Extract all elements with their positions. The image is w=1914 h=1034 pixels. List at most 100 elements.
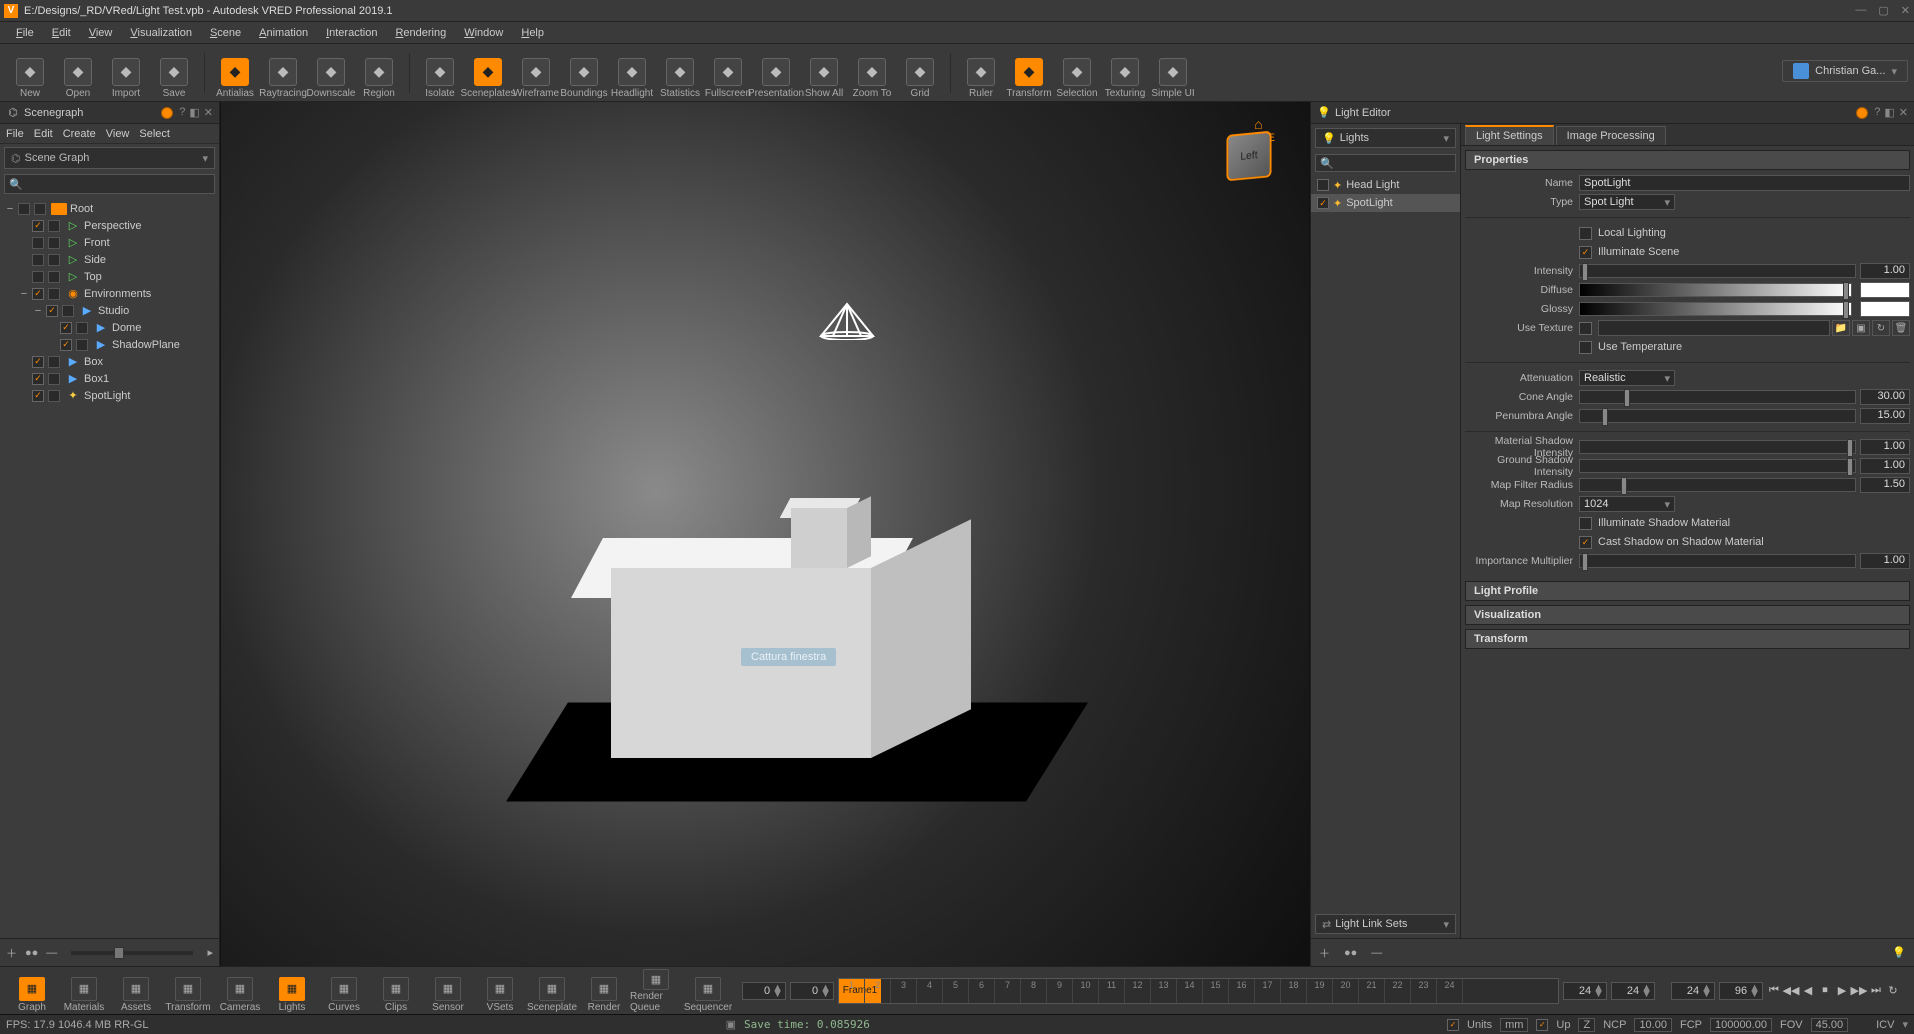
timeline-start-input[interactable]: 0▲▼: [742, 982, 786, 1000]
map-resolution-select[interactable]: 1024▾: [1579, 496, 1675, 512]
visibility-checkbox[interactable]: ✓: [60, 322, 72, 334]
illuminate-scene-checkbox[interactable]: ✓: [1579, 246, 1592, 259]
visibility-checkbox[interactable]: [32, 237, 44, 249]
section-light-profile[interactable]: Light Profile: [1465, 581, 1910, 601]
maximize-button[interactable]: ▢: [1878, 4, 1888, 17]
ncp-input[interactable]: 10.00: [1634, 1018, 1672, 1032]
tool-sceneplates[interactable]: ◆Sceneplates: [464, 47, 512, 99]
btool-vsets[interactable]: ▦VSets: [474, 969, 526, 1013]
intensity-input[interactable]: 1.00: [1860, 263, 1910, 279]
tree-node-dome[interactable]: ✓▶Dome: [0, 319, 219, 336]
panel-close-button[interactable]: ✕: [1899, 106, 1908, 119]
visibility-checkbox[interactable]: ✓: [60, 339, 72, 351]
texture-browse-button[interactable]: 📁: [1832, 320, 1850, 336]
glossy-swatch[interactable]: [1860, 301, 1910, 317]
panel-help-button[interactable]: ?: [1874, 106, 1880, 119]
tool-import[interactable]: ◆Import: [102, 47, 150, 99]
playback-btn-6[interactable]: ⏭: [1869, 984, 1883, 998]
use-temperature-checkbox[interactable]: [1579, 341, 1592, 354]
btool-sequencer[interactable]: ▦Sequencer: [682, 969, 734, 1013]
btool-cameras[interactable]: ▦Cameras: [214, 969, 266, 1013]
light-name-input[interactable]: SpotLight: [1579, 175, 1910, 191]
scenegraph-add-button[interactable]: ＋: [6, 945, 17, 961]
scenegraph-search-input[interactable]: 🔍: [4, 174, 215, 194]
texture-delete-button[interactable]: 🗑: [1892, 320, 1910, 336]
playback-btn-3[interactable]: ⏹: [1818, 984, 1832, 998]
terminal-icon[interactable]: ▣: [726, 1018, 736, 1031]
viewport[interactable]: ⌂ HOME Left Cattura finestra: [220, 102, 1310, 966]
light-item-head-light[interactable]: ✦Head Light: [1311, 176, 1460, 194]
tree-node-spotlight[interactable]: ✓✦SpotLight: [0, 387, 219, 404]
diffuse-slider[interactable]: [1579, 283, 1852, 297]
aux-checkbox[interactable]: [76, 322, 88, 334]
panel-help-button[interactable]: ?: [179, 106, 185, 119]
aux-checkbox[interactable]: [48, 271, 60, 283]
light-properties-scroll[interactable]: Properties Name SpotLight Type Spot Ligh…: [1461, 146, 1914, 938]
tool-raytracing[interactable]: ◆Raytracing: [259, 47, 307, 99]
tool-downscale[interactable]: ◆Downscale: [307, 47, 355, 99]
scenegraph-del-button[interactable]: —: [46, 947, 57, 959]
light-dup-button[interactable]: ●●: [1344, 947, 1357, 959]
cone-angle-slider[interactable]: [1579, 390, 1856, 404]
use-texture-checkbox[interactable]: [1579, 322, 1592, 335]
section-properties[interactable]: Properties: [1465, 150, 1910, 170]
tool-selection[interactable]: ◆Selection: [1053, 47, 1101, 99]
visibility-checkbox[interactable]: ✓: [32, 373, 44, 385]
menu-view[interactable]: View: [81, 25, 121, 41]
panel-popout-button[interactable]: ◧: [189, 106, 199, 119]
intensity-slider[interactable]: [1579, 264, 1856, 278]
menu-interaction[interactable]: Interaction: [318, 25, 385, 41]
tree-twisty-icon[interactable]: −: [4, 203, 16, 215]
scenegraph-expand-button[interactable]: ▸: [207, 946, 213, 959]
timeline-cur-input[interactable]: 0▲▼: [790, 982, 834, 1000]
light-type-select[interactable]: Spot Light▾: [1579, 194, 1675, 210]
importance-input[interactable]: 1.00: [1860, 553, 1910, 569]
visibility-checkbox[interactable]: ✓: [32, 288, 44, 300]
tool-region[interactable]: ◆Region: [355, 47, 403, 99]
light-del-button[interactable]: —: [1371, 947, 1382, 959]
menu-rendering[interactable]: Rendering: [387, 25, 454, 41]
btool-render-queue[interactable]: ▦Render Queue: [630, 969, 682, 1013]
tree-twisty-icon[interactable]: −: [18, 288, 30, 300]
map-filter-slider[interactable]: [1579, 478, 1856, 492]
aux-checkbox[interactable]: [76, 339, 88, 351]
aux-checkbox[interactable]: [48, 390, 60, 402]
tree-node-box[interactable]: ✓▶Box: [0, 353, 219, 370]
tool-boundings[interactable]: ◆Boundings: [560, 47, 608, 99]
texture-preview-button[interactable]: ▣: [1852, 320, 1870, 336]
tool-presentation[interactable]: ◆Presentation: [752, 47, 800, 99]
tool-show-all[interactable]: ◆Show All: [800, 47, 848, 99]
sg-menu-select[interactable]: Select: [139, 128, 170, 140]
tool-ruler[interactable]: ◆Ruler: [957, 47, 1005, 99]
scenegraph-zoom-slider[interactable]: [71, 951, 193, 955]
units-select[interactable]: mm: [1500, 1018, 1528, 1032]
light-preview-button[interactable]: 💡: [1892, 946, 1906, 959]
menu-scene[interactable]: Scene: [202, 25, 249, 41]
visibility-checkbox[interactable]: ✓: [32, 220, 44, 232]
tree-node-top[interactable]: ▷Top: [0, 268, 219, 285]
tool-statistics[interactable]: ◆Statistics: [656, 47, 704, 99]
ground-shadow-slider[interactable]: [1579, 459, 1856, 473]
menu-edit[interactable]: Edit: [44, 25, 79, 41]
aux-checkbox[interactable]: [48, 373, 60, 385]
tool-zoom-to[interactable]: ◆Zoom To: [848, 47, 896, 99]
units-checkbox[interactable]: ✓: [1447, 1019, 1459, 1031]
visibility-checkbox[interactable]: [18, 203, 30, 215]
scenegraph-type-select[interactable]: ⌬ Scene Graph ▾: [4, 147, 215, 169]
material-shadow-input[interactable]: 1.00: [1860, 439, 1910, 455]
aux-checkbox[interactable]: [34, 203, 46, 215]
aux-checkbox[interactable]: [48, 220, 60, 232]
aux-checkbox[interactable]: [48, 356, 60, 368]
tree-node-shadowplane[interactable]: ✓▶ShadowPlane: [0, 336, 219, 353]
map-filter-input[interactable]: 1.50: [1860, 477, 1910, 493]
menu-visualization[interactable]: Visualization: [122, 25, 200, 41]
light-add-button[interactable]: ＋: [1319, 945, 1330, 961]
section-visualization[interactable]: Visualization: [1465, 605, 1910, 625]
btool-curves[interactable]: ▦Curves: [318, 969, 370, 1013]
panel-close-button[interactable]: ✕: [204, 106, 213, 119]
up-checkbox[interactable]: ✓: [1536, 1019, 1548, 1031]
tree-node-root[interactable]: −Root: [0, 200, 219, 217]
penumbra-input[interactable]: 15.00: [1860, 408, 1910, 424]
cast-shadow-checkbox[interactable]: ✓: [1579, 536, 1592, 549]
cone-angle-input[interactable]: 30.00: [1860, 389, 1910, 405]
